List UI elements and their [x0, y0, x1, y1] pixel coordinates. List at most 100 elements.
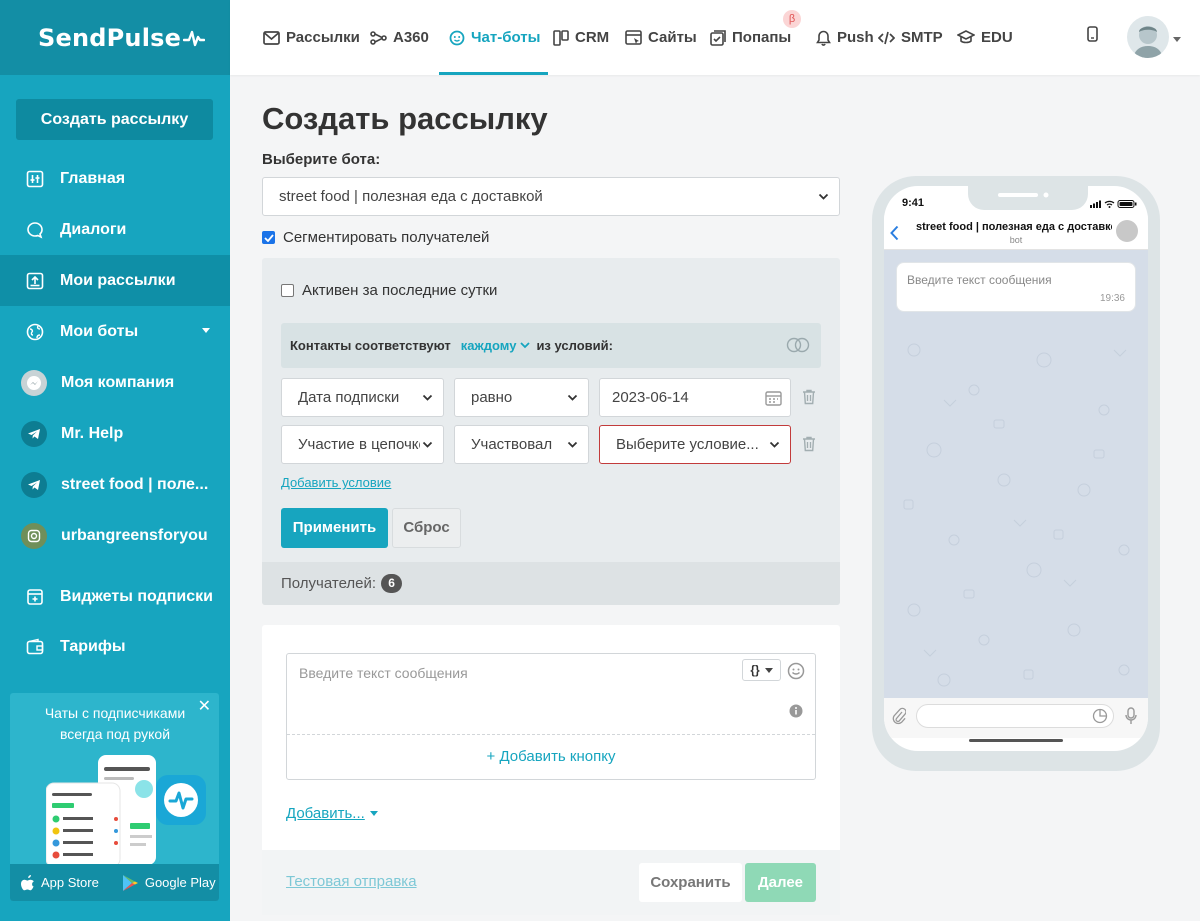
topnav-item-push[interactable]: Push	[816, 0, 874, 75]
flow-icon	[370, 30, 387, 45]
home-icon	[24, 168, 46, 190]
condition-operator-select[interactable]: Участвовал	[454, 425, 589, 464]
trash-icon[interactable]	[802, 389, 816, 405]
match-suffix: из условий:	[536, 338, 613, 353]
topnav-item-campaigns[interactable]: Рассылки	[263, 0, 360, 75]
chat-title: street food | полезная еда с доставкой	[916, 221, 1112, 233]
mobile-device-icon[interactable]	[1087, 26, 1098, 42]
sidebar-item-widgets[interactable]: Виджеты подписки	[0, 571, 230, 622]
message-editor[interactable]: Введите текст сообщения {} + Добавить кн…	[286, 653, 816, 780]
avatar[interactable]	[1127, 16, 1169, 58]
sidebar-item-label: Диалоги	[60, 220, 127, 238]
close-icon[interactable]: ✕	[198, 699, 211, 715]
condition-value-select[interactable]: Выберите условие...	[599, 425, 791, 464]
paperclip-icon[interactable]	[892, 707, 906, 725]
speaker-icon	[998, 192, 1049, 198]
sidebar-item-my-campaigns[interactable]: Мои рассылки	[0, 255, 230, 306]
calendar-icon[interactable]	[765, 390, 782, 406]
chevron-down-icon[interactable]	[1173, 37, 1181, 42]
topnav-label: SMTP	[901, 29, 943, 46]
messenger-icon	[21, 369, 47, 396]
bubble-text: Введите текст сообщения	[907, 273, 1052, 287]
topnav-label: EDU	[981, 29, 1013, 46]
microphone-icon[interactable]	[1125, 707, 1137, 725]
code-icon	[878, 31, 895, 44]
sidebar-item-pricing[interactable]: Тарифы	[0, 621, 230, 672]
sidebar-item-my-company[interactable]: Моя компания	[0, 357, 230, 408]
recipients-label: Получателей:	[281, 575, 377, 592]
active-last-day-checkbox[interactable]: Активен за последние сутки	[281, 282, 497, 299]
apply-button[interactable]: Применить	[281, 508, 388, 548]
info-icon[interactable]	[789, 704, 803, 718]
sidebar-item-mr-help[interactable]: Mr. Help	[0, 408, 230, 459]
chat-input[interactable]	[916, 704, 1114, 728]
save-button[interactable]: Сохранить	[639, 863, 742, 902]
condition-field-select[interactable]: Участие в цепочке	[281, 425, 444, 464]
bot-select-value: street food | полезная еда с доставкой	[279, 188, 543, 205]
phone-screen: 9:41 street food | полезная еда с достав…	[884, 186, 1148, 751]
test-send-link[interactable]: Тестовая отправка	[286, 873, 417, 890]
topnav-label: Push	[837, 29, 874, 46]
bubble-time: 19:36	[1099, 293, 1125, 304]
pulse-icon	[183, 30, 206, 46]
topnav-item-popups[interactable]: Попапы	[710, 0, 791, 75]
topnav-item-chatbots[interactable]: Чат-боты	[438, 0, 549, 75]
popup-icon	[710, 29, 726, 46]
bot-select[interactable]: street food | полезная еда с доставкой	[262, 177, 840, 216]
checkbox-checked[interactable]	[262, 231, 275, 244]
home-indicator	[969, 739, 1063, 742]
sidebar-item-label: Мои рассылки	[60, 271, 176, 289]
topnav-item-smtp[interactable]: SMTP	[878, 0, 943, 75]
topnav-label: Чат-боты	[471, 29, 541, 46]
message-bubble: Введите текст сообщения 19:36	[896, 262, 1136, 312]
sidebar-item-label: street food | поле...	[61, 475, 209, 493]
phone-preview: 9:41 street food | полезная еда с достав…	[872, 176, 1160, 771]
google-play-link[interactable]: Google Play	[99, 864, 216, 901]
sendpulse-logo[interactable]: SendPulse	[0, 0, 230, 75]
top-navigation: Рассылки A360 Чат-боты CRM Сайты Попапы …	[230, 0, 1200, 75]
condition-operator-select[interactable]: равно	[454, 378, 589, 417]
sidebar-item-home[interactable]: Главная	[0, 153, 230, 204]
variables-dropdown[interactable]: {}	[742, 659, 781, 681]
topnav-item-edu[interactable]: EDU	[957, 0, 1013, 75]
chevron-down-icon	[818, 193, 829, 200]
store-links: App Store Google Play	[10, 864, 219, 901]
sticker-icon[interactable]	[1092, 708, 1108, 724]
upload-tray-icon	[24, 270, 46, 292]
match-mode-dropdown[interactable]: каждому	[461, 338, 531, 353]
caret-down-icon	[764, 667, 773, 673]
topnav-item-crm[interactable]: CRM	[553, 0, 609, 75]
chevron-down-icon	[202, 328, 210, 333]
add-more-label: Добавить...	[286, 805, 365, 822]
add-button-link[interactable]: + Добавить кнопку	[287, 734, 815, 779]
sidebar-item-my-bots[interactable]: Мои боты	[0, 306, 230, 357]
sidebar-item-street-food[interactable]: street food | поле...	[0, 459, 230, 510]
widget-icon	[24, 586, 46, 608]
sidebar-item-label: Виджеты подписки	[60, 587, 213, 605]
sidebar-item-dialogs[interactable]: Диалоги	[0, 204, 230, 255]
venn-toggle-icon[interactable]	[785, 337, 811, 353]
trash-icon[interactable]	[802, 436, 816, 452]
condition-value-placeholder: Выберите условие...	[616, 436, 759, 453]
checkbox-unchecked[interactable]	[281, 284, 294, 297]
bell-icon	[816, 30, 831, 46]
segment-checkbox[interactable]: Сегментировать получателей	[262, 229, 489, 246]
condition-date-input[interactable]: 2023-06-14	[599, 378, 791, 417]
add-more-dropdown[interactable]: Добавить...	[286, 805, 378, 822]
topnav-item-sites[interactable]: Сайты	[625, 0, 697, 75]
emoji-icon[interactable]	[787, 662, 805, 680]
add-condition-link[interactable]: Добавить условие	[281, 475, 391, 490]
topnav-item-a360[interactable]: A360	[370, 0, 429, 75]
sidebar: SendPulse Создать рассылку Главная Диало…	[0, 0, 230, 921]
app-store-link[interactable]: App Store	[10, 864, 99, 901]
condition-field-select[interactable]: Дата подписки	[281, 378, 444, 417]
telegram-icon	[21, 471, 47, 498]
sidebar-item-urbangreens[interactable]: urbangreensforyou	[0, 510, 230, 561]
next-button[interactable]: Далее	[745, 863, 816, 902]
sidebar-item-label: Моя компания	[61, 373, 175, 391]
condition-operator-value: равно	[471, 389, 513, 406]
reset-button[interactable]: Сброс	[392, 508, 461, 548]
create-campaign-button[interactable]: Создать рассылку	[16, 99, 213, 140]
graduation-cap-icon	[957, 30, 975, 44]
topnav-label: Рассылки	[286, 29, 360, 46]
